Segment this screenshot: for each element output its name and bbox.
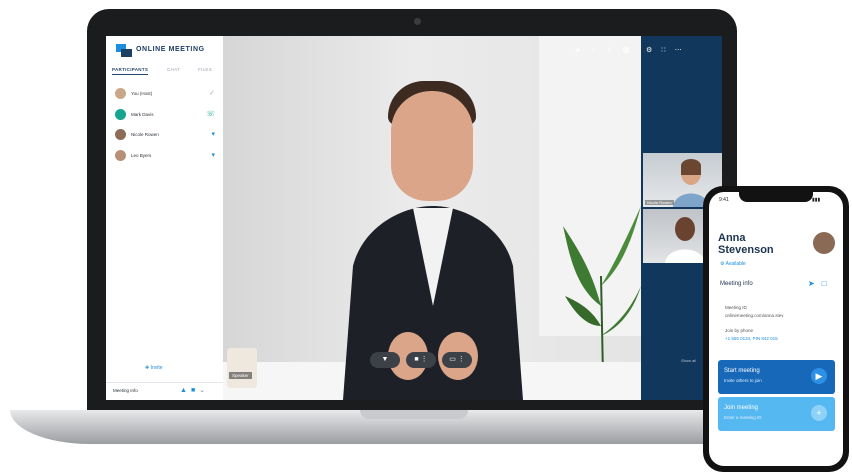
screen-share-icon: ▭ ⋮ — [449, 356, 465, 363]
start-meeting-card[interactable]: Start meeting Invite others to join ▶ — [718, 360, 835, 394]
participant-name: Leo Byers — [131, 153, 152, 158]
document-icon[interactable]: ▦ — [623, 47, 641, 54]
microphone-icon[interactable]: ▾ — [211, 130, 215, 138]
microphone-icon[interactable]: ♪ — [591, 47, 606, 54]
user-name: Anna Stevenson — [718, 232, 798, 256]
avatar — [115, 109, 126, 120]
more-icon[interactable]: ⋯ — [675, 47, 691, 54]
chevron-down-icon[interactable]: ⌄ — [199, 387, 209, 394]
laptop-hinge-notch — [360, 410, 468, 419]
speaker-body-image — [343, 206, 523, 400]
camera-icon: ■ ⋮ — [414, 356, 428, 363]
camera-button[interactable]: ■ ⋮ — [406, 352, 436, 368]
meeting-info-label: Meeting info — [720, 281, 753, 287]
participant-name: Mark Davis — [131, 112, 154, 117]
info-line: Join by phone — [725, 328, 754, 333]
participant-name: You (Host) — [131, 91, 153, 96]
footer-controls: ▲■⌄ — [180, 386, 209, 394]
screen-share-button[interactable]: ▭ ⋮ — [442, 352, 472, 368]
info-line: Meeting ID — [725, 305, 747, 310]
invite-link[interactable]: ✚ Invite — [145, 365, 163, 371]
coffee-cup-image — [227, 348, 257, 388]
avatar — [115, 129, 126, 140]
phone-icon[interactable]: ☏ — [206, 110, 215, 118]
panel-top-controls: ⚙∷⋯ — [646, 46, 691, 54]
laptop-screen: ONLINE MEETING PARTICIPANTS CHAT FILES Y… — [106, 36, 722, 400]
grid-icon[interactable]: ∷ — [661, 47, 674, 54]
join-meeting-card[interactable]: Join meeting Enter a meeting ID + — [718, 397, 835, 431]
tab-chat[interactable]: CHAT — [167, 67, 180, 72]
meeting-info-label[interactable]: Meeting Info — [113, 388, 138, 393]
avatar — [115, 150, 126, 161]
info-line[interactable]: onlinemeeting.com/anna.stev — [725, 313, 784, 318]
sidebar-tabs: PARTICIPANTS CHAT FILES — [112, 67, 218, 79]
monitor-icon[interactable]: ■ — [191, 387, 199, 394]
card-subtitle: Invite others to join — [724, 378, 762, 383]
chat-logo-icon — [116, 44, 132, 57]
avatar — [115, 88, 126, 99]
thumbnail-label: Nicole Rowen — [645, 200, 674, 205]
participant-row[interactable]: You (Host) ✓ — [115, 88, 215, 102]
user-status[interactable]: ⚙ Available — [720, 261, 746, 267]
show-all-link[interactable]: Show all — [681, 358, 696, 363]
invite-label: Invite — [150, 365, 163, 371]
copy-icon[interactable]: □ — [822, 279, 834, 288]
microphone-icon: ▼ — [381, 356, 389, 363]
share-icon[interactable]: ➤ — [808, 279, 822, 288]
status-time: 9:41 — [719, 197, 729, 203]
participants-sidebar: ONLINE MEETING PARTICIPANTS CHAT FILES Y… — [106, 36, 224, 400]
user-first-name: Anna — [718, 232, 746, 244]
meeting-info-actions: ➤□ — [808, 279, 834, 288]
participant-row[interactable]: Nicole Rowen ▾ — [115, 129, 215, 143]
sidebar-footer: Meeting Info ▲■⌄ — [106, 382, 223, 400]
main-video-feed: Speaker ◈♪⇧▦ ▼ ■ ⋮ ▭ ⋮ — [223, 36, 641, 400]
avatar[interactable] — [813, 232, 835, 254]
participant-row[interactable]: Mark Davis ☏ — [115, 109, 215, 123]
microphone-button[interactable]: ▼ — [370, 352, 400, 368]
gear-icon: ⚙ — [720, 261, 725, 267]
share-icon[interactable]: ▲ — [180, 387, 191, 394]
play-icon[interactable]: ▶ — [811, 368, 827, 384]
wifi-icon[interactable]: ◈ — [575, 47, 591, 54]
tab-files[interactable]: FILES — [198, 67, 212, 72]
participant-name: Nicole Rowen — [131, 132, 159, 137]
video-top-controls: ◈♪⇧▦ — [575, 46, 640, 54]
signal-icon: ▮▮▮ — [812, 197, 821, 203]
user-last-name: Stevenson — [718, 244, 774, 256]
webcam-dot — [414, 18, 421, 25]
info-line[interactable]: +1 555 0134, PIN 842 015 — [725, 336, 778, 341]
tab-participants[interactable]: PARTICIPANTS — [112, 67, 149, 75]
phone-notch — [739, 192, 813, 202]
speaker-name-tag: Speaker — [229, 372, 252, 379]
card-subtitle: Enter a meeting ID — [724, 415, 762, 420]
microphone-off-icon[interactable]: ✓ — [209, 89, 215, 97]
share-icon[interactable]: ⇧ — [606, 47, 623, 54]
settings-icon[interactable]: ⚙ — [646, 47, 661, 54]
participant-row[interactable]: Leo Byers ▾ — [115, 150, 215, 164]
microphone-icon[interactable]: ▾ — [211, 151, 215, 159]
card-title: Join meeting — [724, 405, 759, 411]
app-title: ONLINE MEETING — [136, 46, 205, 53]
card-title: Start meeting — [724, 368, 760, 374]
speaker-face-image — [391, 91, 473, 201]
plus-icon[interactable]: + — [811, 405, 827, 421]
plant-image — [563, 206, 641, 376]
user-status-label: Available — [725, 261, 746, 267]
